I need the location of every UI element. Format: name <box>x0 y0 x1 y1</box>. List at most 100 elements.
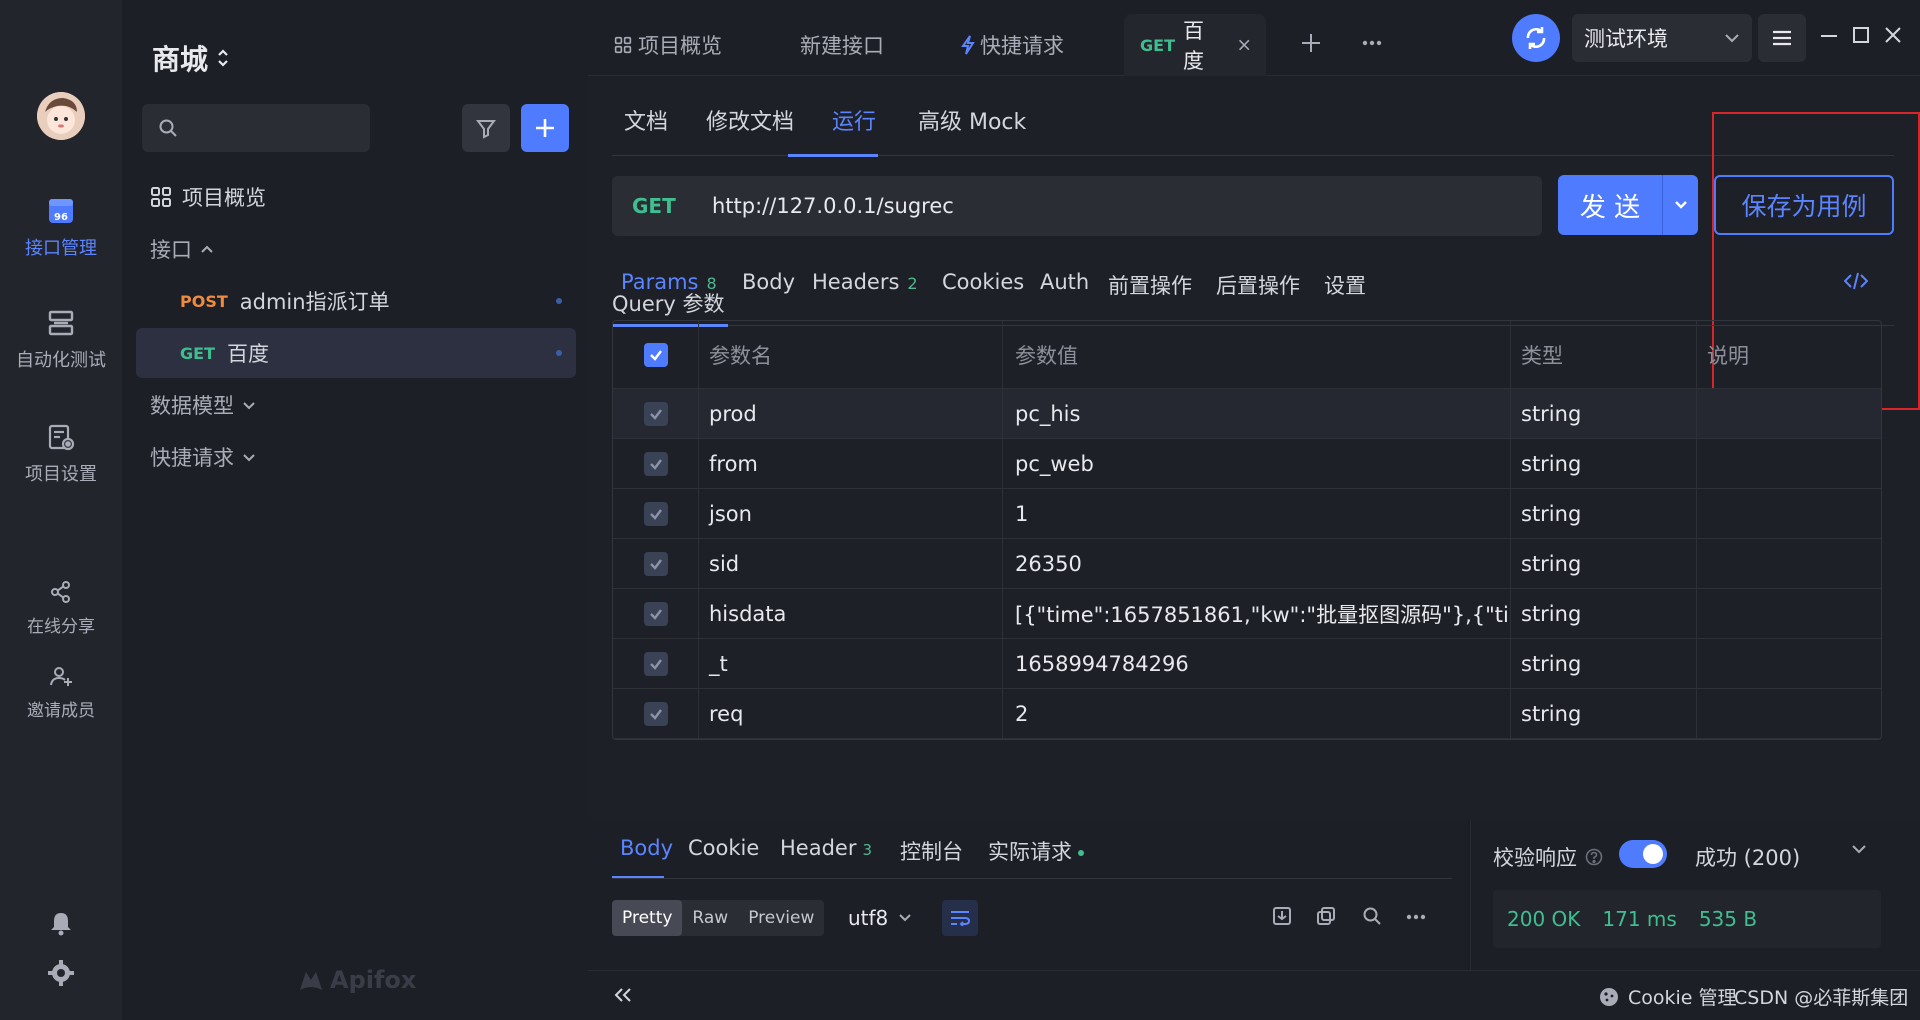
format-pretty[interactable]: Pretty <box>612 900 683 936</box>
help-icon[interactable] <box>1585 848 1603 866</box>
more-icon[interactable] <box>1406 914 1426 920</box>
collapse-sidebar-icon[interactable] <box>614 987 632 1003</box>
new-tab-plus-icon[interactable] <box>1300 32 1322 54</box>
param-name-cell[interactable]: req <box>699 689 1003 738</box>
tab-quick-request[interactable]: 快捷请求 <box>944 14 1080 76</box>
tree-group-interfaces[interactable]: 接口 <box>136 224 576 274</box>
rail-share[interactable]: 在线分享 <box>0 580 122 637</box>
rtab-cookie[interactable]: Cookie <box>688 836 759 860</box>
tree-item-interface-selected[interactable]: GET 百度 <box>136 328 576 378</box>
param-name-cell[interactable]: prod <box>699 389 1003 438</box>
param-value-cell[interactable]: 1658994784296 <box>1003 639 1511 688</box>
ptab-body[interactable]: Body <box>742 270 795 294</box>
rtab-body[interactable]: Body <box>620 836 673 860</box>
send-dropdown[interactable] <box>1663 200 1698 210</box>
row-checkbox[interactable] <box>643 651 668 676</box>
url-input[interactable]: http://127.0.0.1/sugrec <box>712 194 954 218</box>
method-select[interactable]: GET <box>632 194 712 218</box>
send-button[interactable]: 发 送 <box>1558 175 1698 235</box>
param-name-cell[interactable]: from <box>699 439 1003 488</box>
save-as-case-button[interactable]: 保存为用例 <box>1714 175 1894 235</box>
subtab-run[interactable]: 运行 <box>832 104 876 136</box>
search-icon[interactable] <box>1362 906 1382 926</box>
rtab-console[interactable]: 控制台 <box>900 836 963 866</box>
param-value-cell[interactable]: pc_his <box>1003 389 1511 438</box>
ptab-auth[interactable]: Auth <box>1040 270 1089 294</box>
tree-group-data-models[interactable]: 数据模型 <box>136 380 576 430</box>
copy-icon[interactable] <box>1316 906 1336 926</box>
param-value-cell[interactable]: 26350 <box>1003 539 1511 588</box>
menu-button[interactable] <box>1758 14 1806 62</box>
encoding-select[interactable]: utf8 <box>848 906 912 930</box>
param-value-cell[interactable]: [{"time":1657851861,"kw":"批量抠图源码"},{"tim… <box>1003 589 1511 638</box>
param-name-cell[interactable]: sid <box>699 539 1003 588</box>
rail-automation-test[interactable]: 自动化测试 <box>0 308 122 372</box>
add-button[interactable] <box>521 104 569 152</box>
subtab-docs[interactable]: 文档 <box>624 104 668 136</box>
verify-toggle[interactable] <box>1619 840 1667 868</box>
window-close-icon[interactable] <box>1884 26 1902 44</box>
rail-project-settings[interactable]: 项目设置 <box>0 422 122 486</box>
wrap-lines-button[interactable] <box>942 900 978 936</box>
filter-button[interactable] <box>462 104 510 152</box>
row-checkbox[interactable] <box>643 501 668 526</box>
param-desc-cell[interactable] <box>1697 689 1881 738</box>
gear-icon[interactable] <box>48 960 74 986</box>
param-type-cell[interactable]: string <box>1511 389 1697 438</box>
ptab-headers[interactable]: Headers 2 <box>812 270 918 294</box>
row-checkbox[interactable] <box>643 451 668 476</box>
format-raw[interactable]: Raw <box>682 900 738 936</box>
param-value-cell[interactable]: 1 <box>1003 489 1511 538</box>
row-checkbox[interactable] <box>643 701 668 726</box>
param-type-cell[interactable]: string <box>1511 489 1697 538</box>
environment-select[interactable]: 测试环境 <box>1572 14 1752 62</box>
tab-new-interface[interactable]: 新建接口 <box>784 14 900 76</box>
bell-icon[interactable] <box>48 910 74 936</box>
tab-overview[interactable]: 项目概览 <box>598 14 738 76</box>
row-checkbox[interactable] <box>643 401 668 426</box>
subtab-edit-docs[interactable]: 修改文档 <box>706 104 794 136</box>
minimize-icon[interactable] <box>1820 26 1838 44</box>
cookie-manager-button[interactable]: Cookie 管理 <box>1598 983 1737 1010</box>
code-snippet-icon[interactable] <box>1844 272 1868 290</box>
ptab-post-ops[interactable]: 后置操作 <box>1216 270 1300 300</box>
param-type-cell[interactable]: string <box>1511 589 1697 638</box>
param-desc-cell[interactable] <box>1697 439 1881 488</box>
tree-item-interface[interactable]: POST admin指派订单 <box>136 276 576 326</box>
sync-button[interactable] <box>1512 14 1560 62</box>
project-switcher[interactable]: 商城 <box>152 38 230 78</box>
param-name-cell[interactable]: _t <box>699 639 1003 688</box>
param-value-cell[interactable]: pc_web <box>1003 439 1511 488</box>
more-icon[interactable] <box>1362 40 1382 46</box>
search-input[interactable] <box>142 104 370 152</box>
rail-invite[interactable]: 邀请成员 <box>0 664 122 721</box>
format-preview[interactable]: Preview <box>738 900 824 936</box>
tree-group-quick-requests[interactable]: 快捷请求 <box>136 432 576 482</box>
download-icon[interactable] <box>1272 906 1292 926</box>
param-name-cell[interactable]: json <box>699 489 1003 538</box>
param-desc-cell[interactable] <box>1697 639 1881 688</box>
param-desc-cell[interactable] <box>1697 489 1881 538</box>
ptab-cookies[interactable]: Cookies <box>942 270 1024 294</box>
chevron-down-icon[interactable] <box>1851 844 1867 854</box>
maximize-icon[interactable] <box>1852 26 1870 44</box>
param-type-cell[interactable]: string <box>1511 639 1697 688</box>
param-type-cell[interactable]: string <box>1511 539 1697 588</box>
param-desc-cell[interactable] <box>1697 389 1881 438</box>
ptab-settings[interactable]: 设置 <box>1324 270 1366 300</box>
rtab-actual-request[interactable]: 实际请求 <box>988 836 1084 866</box>
verify-status-select[interactable]: 成功 (200) <box>1695 842 1800 872</box>
param-value-cell[interactable]: 2 <box>1003 689 1511 738</box>
param-name-cell[interactable]: hisdata <box>699 589 1003 638</box>
subtab-advanced-mock[interactable]: 高级 Mock <box>918 104 1026 136</box>
param-type-cell[interactable]: string <box>1511 439 1697 488</box>
rail-api-management[interactable]: 96 接口管理 <box>0 196 122 260</box>
param-desc-cell[interactable] <box>1697 589 1881 638</box>
row-checkbox[interactable] <box>643 601 668 626</box>
param-type-cell[interactable]: string <box>1511 689 1697 738</box>
rtab-header[interactable]: Header 3 <box>780 836 872 860</box>
close-icon[interactable] <box>1238 37 1250 53</box>
row-checkbox[interactable] <box>643 551 668 576</box>
tree-item-overview[interactable]: 项目概览 <box>136 172 576 222</box>
avatar[interactable] <box>37 92 85 140</box>
